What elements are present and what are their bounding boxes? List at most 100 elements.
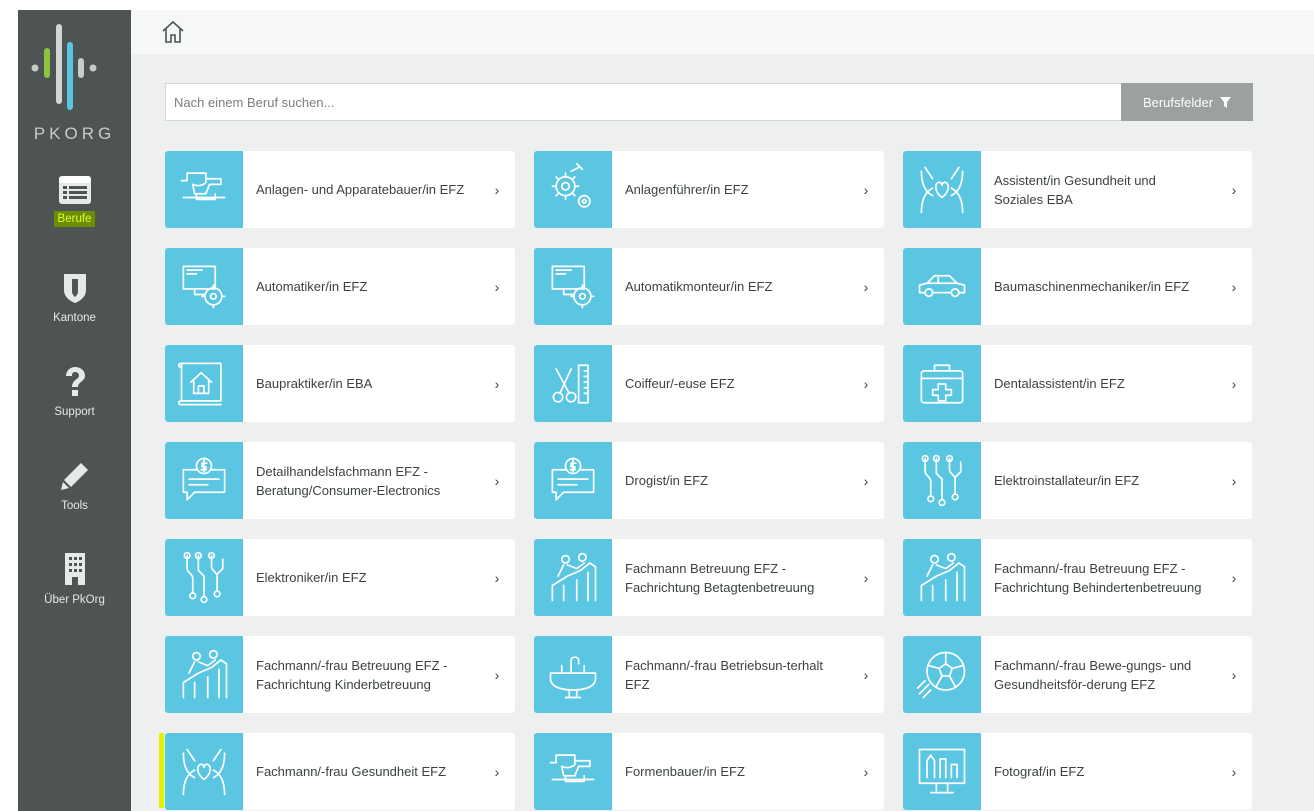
gears-icon	[534, 151, 612, 228]
car-icon	[903, 248, 981, 325]
house-plan-icon	[165, 345, 243, 422]
profession-card[interactable]: Elektroniker/in EFZ ›	[165, 539, 515, 616]
profession-card[interactable]: Anlagen- und Apparatebauer/in EFZ ›	[165, 151, 515, 228]
chevron-right-icon: ›	[863, 375, 869, 392]
profession-title: Baupraktiker/in EBA	[256, 376, 373, 391]
profession-card[interactable]: Fachmann Betreuung EFZ - Fachrichtung Be…	[534, 539, 884, 616]
profession-card[interactable]: Anlagenführer/in EFZ ›	[534, 151, 884, 228]
chevron-right-icon: ›	[494, 472, 500, 489]
brand-name: PKORG	[33, 124, 116, 143]
chevron-right-icon: ›	[1231, 181, 1237, 198]
profession-title: Fachmann/-frau Betreuung EFZ - Fachricht…	[994, 560, 1202, 595]
profession-title: Coiffeur/-euse EFZ	[625, 376, 735, 391]
sidebar-item-label: Kantone	[53, 312, 96, 324]
helping-stairs-icon	[534, 539, 612, 616]
building-icon	[64, 553, 85, 585]
question-icon	[65, 367, 85, 396]
chevron-right-icon: ›	[1231, 278, 1237, 295]
sidebar-item-label: Support	[54, 406, 95, 418]
profession-card[interactable]: Fachmann/-frau Betriebsun-terhalt EFZ ›	[534, 636, 884, 713]
sidebar-item-ueber-pkorg[interactable]: Über PkOrg	[18, 552, 131, 632]
home-icon[interactable]	[161, 20, 185, 44]
sidebar-item-label: Tools	[61, 500, 88, 512]
sink-icon	[534, 636, 612, 713]
chevron-right-icon: ›	[494, 763, 500, 780]
search-input[interactable]	[165, 83, 1121, 121]
chevron-right-icon: ›	[1231, 472, 1237, 489]
profession-title: Elektroinstallateur/in EFZ	[994, 473, 1140, 488]
profession-card[interactable]: Baupraktiker/in EBA ›	[165, 345, 515, 422]
caring-hands-icon	[903, 151, 981, 228]
profession-title: Fachmann/-frau Gesundheit EFZ	[256, 764, 447, 779]
profession-title: Fachmann/-frau Betriebsun-terhalt EFZ	[625, 657, 823, 692]
chevron-right-icon: ›	[863, 278, 869, 295]
profession-card[interactable]: Fachmann/-frau Betreuung EFZ - Fachricht…	[903, 539, 1252, 616]
filter-icon	[1220, 96, 1232, 108]
profession-card[interactable]: Dentalassistent/in EFZ ›	[903, 345, 1252, 422]
profession-card[interactable]: Fachmann/-frau Bewe-gungs- und Gesundhei…	[903, 636, 1252, 713]
chevron-right-icon: ›	[863, 763, 869, 780]
money-chat-icon	[534, 442, 612, 519]
highlight-marker	[159, 733, 164, 808]
profession-title: Fachmann/-frau Bewe-gungs- und Gesundhei…	[994, 657, 1192, 692]
profession-title: Detailhandelsfachmann EFZ - Beratung/Con…	[256, 463, 441, 498]
profession-title: Formenbauer/in EFZ	[625, 764, 745, 779]
profession-title: Anlagenführer/in EFZ	[625, 182, 749, 197]
helping-stairs-icon	[903, 539, 981, 616]
filter-label: Berufsfelder	[1142, 94, 1214, 110]
profession-card[interactable]: Fachmann/-frau Betreuung EFZ - Fachricht…	[165, 636, 515, 713]
profession-card[interactable]: Automatiker/in EFZ ›	[165, 248, 515, 325]
photo-screen-icon	[903, 733, 981, 810]
profession-title: Fotograf/in EFZ	[994, 764, 1085, 779]
chevron-right-icon: ›	[494, 375, 500, 392]
profession-card[interactable]: Fachmann/-frau Gesundheit EFZ ›	[165, 733, 515, 810]
pkorg-logo[interactable]: PKORG	[18, 10, 131, 150]
profession-card[interactable]: Assistent/in Gesundheit und Soziales EBA…	[903, 151, 1252, 228]
profession-card[interactable]: Drogist/in EFZ ›	[534, 442, 884, 519]
chevron-right-icon: ›	[863, 666, 869, 683]
profession-card[interactable]: Coiffeur/-euse EFZ ›	[534, 345, 884, 422]
circuit-icon	[165, 539, 243, 616]
chevron-right-icon: ›	[863, 569, 869, 586]
profession-grid: Anlagen- und Apparatebauer/in EFZ › Anlage…	[165, 151, 1252, 810]
berufsfelder-filter-button[interactable]: Berufsfelder	[1121, 83, 1253, 121]
profession-card[interactable]: Automatikmonteur/in EFZ ›	[534, 248, 884, 325]
profession-card[interactable]: Fotograf/in EFZ ›	[903, 733, 1252, 810]
sidebar-item-label: Berufe	[53, 211, 96, 227]
sidebar-item-kantone[interactable]: Kantone	[18, 272, 131, 352]
chevron-right-icon: ›	[1231, 763, 1237, 780]
chevron-right-icon: ›	[863, 472, 869, 489]
chevron-right-icon: ›	[1231, 666, 1237, 683]
sidebar-item-tools[interactable]: Tools	[18, 460, 131, 540]
pencil-icon	[60, 463, 88, 490]
main-content: Berufsfelder Anlagen- und Apparatebauer/…	[131, 54, 1314, 811]
first-aid-kit-icon	[903, 345, 981, 422]
topbar	[131, 10, 1314, 54]
monitor-gear-icon	[165, 248, 243, 325]
profession-card[interactable]: Detailhandelsfachmann EFZ - Beratung/Con…	[165, 442, 515, 519]
sidebar-item-label: Über PkOrg	[44, 594, 105, 606]
shield-icon	[63, 274, 86, 303]
profession-card[interactable]: Elektroinstallateur/in EFZ ›	[903, 442, 1252, 519]
profession-title: Fachmann Betreuung EFZ - Fachrichtung Be…	[625, 560, 815, 595]
sidebar-item-support[interactable]: Support	[18, 366, 131, 446]
profession-title: Assistent/in Gesundheit und Soziales EBA	[994, 172, 1156, 207]
anvil-icon	[534, 733, 612, 810]
chevron-right-icon: ›	[1231, 375, 1237, 392]
sidebar-item-berufe[interactable]: Berufe	[18, 175, 131, 255]
circuit-icon	[903, 442, 981, 519]
chevron-right-icon: ›	[1231, 569, 1237, 586]
profession-title: Drogist/in EFZ	[625, 473, 709, 488]
anvil-icon	[165, 151, 243, 228]
scissors-comb-icon	[534, 345, 612, 422]
profession-title: Automatikmonteur/in EFZ	[625, 279, 773, 294]
profession-title: Fachmann/-frau Betreuung EFZ - Fachricht…	[256, 657, 448, 692]
soccer-ball-icon	[903, 636, 981, 713]
chevron-right-icon: ›	[863, 181, 869, 198]
profession-card[interactable]: Formenbauer/in EFZ ›	[534, 733, 884, 810]
helping-stairs-icon	[165, 636, 243, 713]
chevron-right-icon: ›	[494, 569, 500, 586]
caring-hands-icon	[165, 733, 243, 810]
chevron-right-icon: ›	[494, 181, 500, 198]
profession-card[interactable]: Baumaschinenmechaniker/in EFZ ›	[903, 248, 1252, 325]
